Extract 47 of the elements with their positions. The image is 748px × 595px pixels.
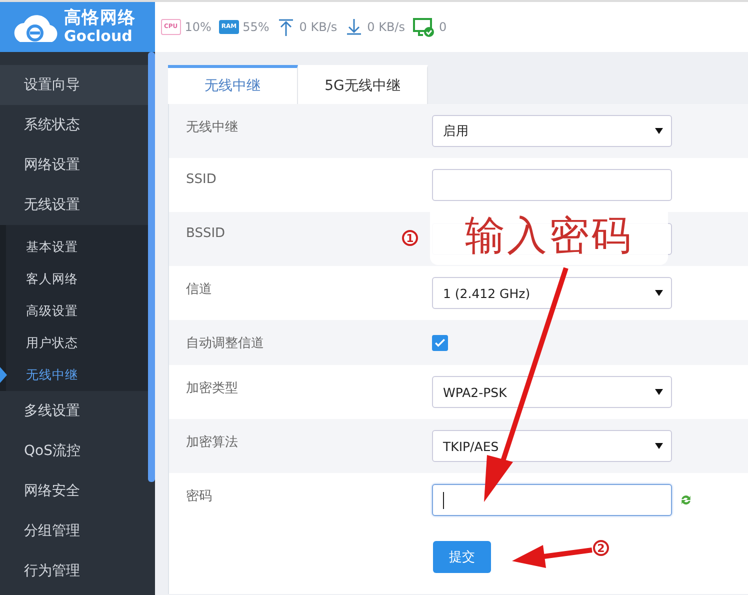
field-label: BSSID — [186, 226, 226, 241]
sidebar-item[interactable]: 分组管理 — [0, 511, 148, 551]
select-field[interactable]: 启用 — [432, 115, 672, 147]
sidebar-item[interactable]: QoS流控 — [0, 431, 148, 471]
sidebar-item[interactable]: 设置向导 — [0, 65, 148, 105]
stat-value: 0 KB/s — [367, 20, 405, 34]
password-field[interactable] — [432, 484, 672, 516]
dropdown-caret-icon — [655, 443, 663, 449]
dropdown-caret-icon — [655, 290, 663, 296]
sidebar-item[interactable]: 行为管理 — [0, 551, 148, 591]
field-label: 加密算法 — [186, 435, 238, 450]
sidebar-item[interactable]: 多线设置 — [0, 391, 148, 431]
stat-value: 0 KB/s — [299, 20, 338, 34]
field-label: 无线中继 — [186, 120, 238, 135]
stat-value: 10% — [184, 20, 212, 34]
submenu-item[interactable]: 高级设置 — [6, 295, 148, 327]
stat-value: 0 — [438, 20, 447, 34]
tab[interactable]: 5G无线中继 — [298, 65, 428, 104]
active-pointer-icon — [0, 367, 7, 383]
stat-value: 55% — [242, 20, 270, 34]
submenu-item[interactable]: 基本设置 — [6, 231, 148, 263]
dropdown-caret-icon — [655, 389, 663, 395]
upload-arrow-icon — [277, 18, 296, 36]
field-label: 自动调整信道 — [186, 336, 264, 350]
field-label: 加密类型 — [186, 381, 238, 396]
scrollbar-thumb[interactable] — [148, 52, 155, 482]
input-field[interactable] — [432, 169, 672, 201]
sidebar-item[interactable]: 网络安全 — [0, 471, 148, 511]
select-field[interactable]: TKIP/AES — [432, 430, 672, 462]
field-label: 密码 — [186, 489, 212, 504]
submenu-item[interactable]: 客人网络 — [6, 263, 148, 295]
logo-title: 高恪网络 — [64, 10, 136, 27]
sidebar-item[interactable]: 网络设置 — [0, 145, 148, 185]
checkbox[interactable] — [432, 334, 448, 350]
download-arrow-icon — [345, 18, 364, 36]
dropdown-caret-icon — [655, 128, 663, 134]
submenu-item[interactable]: 用户状态 — [6, 327, 148, 359]
field-label: 信道 — [186, 282, 212, 297]
select-field[interactable]: WPA2-PSK — [432, 376, 672, 408]
tab[interactable]: 无线中继 — [168, 65, 298, 104]
monitor-check-icon — [412, 16, 435, 38]
select-field[interactable]: 1 (2.412 GHz) — [432, 277, 672, 309]
submenu-item[interactable]: 无线中继 — [6, 359, 148, 391]
sidebar-item[interactable]: 系统状态 — [0, 105, 148, 145]
logo-subtitle: Gocloud — [64, 29, 134, 44]
field-label: SSID — [186, 172, 216, 187]
sidebar-item[interactable]: 无线设置 — [0, 185, 148, 225]
